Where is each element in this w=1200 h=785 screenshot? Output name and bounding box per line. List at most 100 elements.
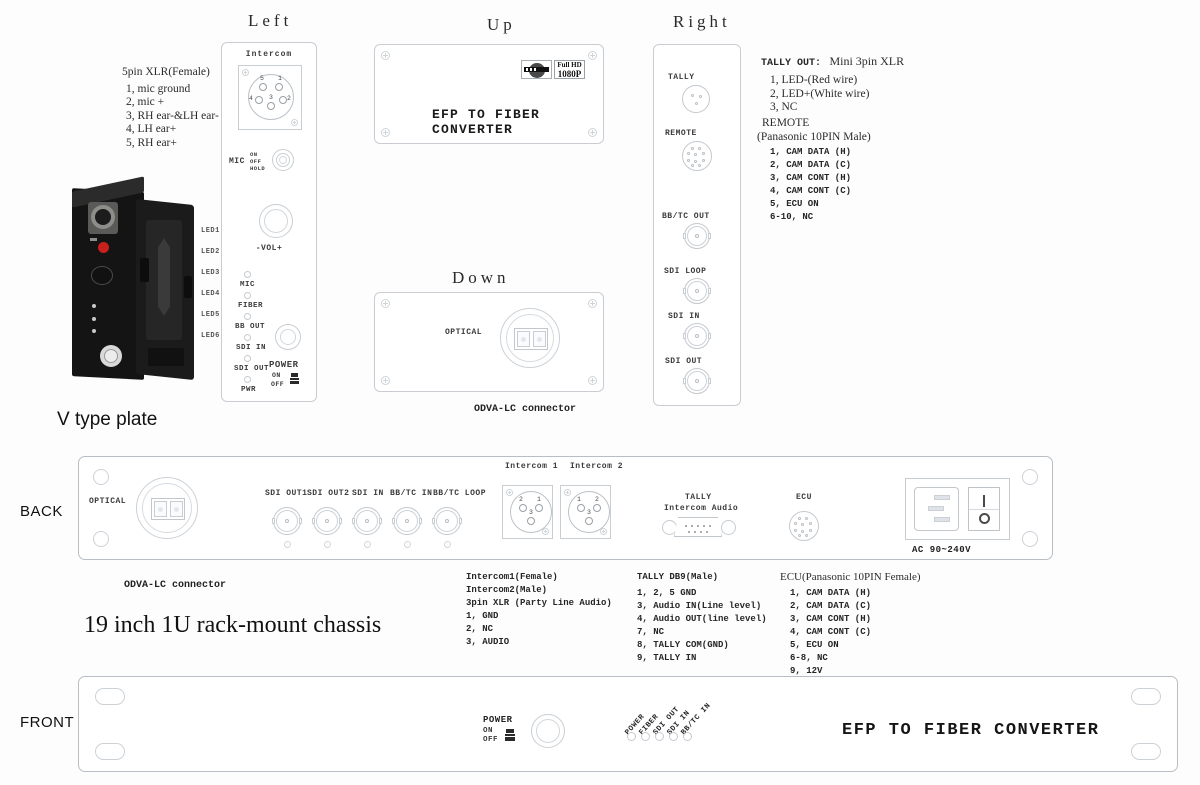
port-label: SDI IN <box>668 312 700 321</box>
xlr-pin-number: 1 <box>278 75 282 82</box>
remote-note-subtitle: (Panasonic 10PIN Male) <box>757 130 871 143</box>
tally-db9-line: 9, TALLY IN <box>637 653 697 663</box>
bnc-connector[interactable] <box>352 507 382 535</box>
screw-icon <box>381 128 390 137</box>
remote-connector[interactable] <box>682 141 712 171</box>
screw-icon <box>291 119 298 126</box>
xlr5-connector[interactable]: 5 1 4 3 2 <box>238 65 302 130</box>
screw-icon <box>364 541 371 548</box>
port-label: SDI OUT <box>665 357 703 366</box>
intercom1-connector[interactable]: 2 1 3 <box>502 485 553 539</box>
odva-caption-back: ODVA-LC connector <box>124 580 227 591</box>
tally-note-subtitle: Mini 3pin XLR <box>829 54 905 68</box>
odva-lc-connector-back[interactable] <box>136 477 198 539</box>
front-power-button[interactable] <box>531 714 565 748</box>
screw-icon <box>444 541 451 548</box>
tally-out-note: TALLY OUT: Mini 3pin XLR 1, LED-(Red wir… <box>761 52 904 115</box>
xlr-pin-number: 4 <box>249 95 253 102</box>
xlr-pin-number: 3 <box>587 509 591 516</box>
led-name: BB OUT <box>235 323 266 331</box>
ecu-note-line: 3, CAM CONT (H) <box>790 613 872 624</box>
front-led-indicator <box>669 732 678 741</box>
up-panel: Full HD 1080P EFP TO FIBER CONVERTER <box>374 44 604 144</box>
heading-up: Up <box>487 15 516 34</box>
tally-note-line: 2, LED+(White wire) <box>770 87 870 100</box>
remote-note-line: 2, CAM DATA (C) <box>770 160 852 170</box>
bnc-connector[interactable] <box>683 368 711 394</box>
iec-power-inlet[interactable] <box>914 487 959 531</box>
intercom2-connector[interactable]: 1 2 3 <box>560 485 611 539</box>
tally-db9-note: TALLY DB9(Male) 1, 2, 5 GND 3, Audio IN(… <box>637 571 767 665</box>
v-type-plate-caption: V type plate <box>57 409 158 430</box>
tally-label-back: TALLY <box>685 493 712 502</box>
xlr-pin-number: 2 <box>287 95 291 102</box>
bnc-label: BB/TC LOOP <box>433 489 487 498</box>
power-off-label: OFF <box>271 381 285 388</box>
front-led-indicator <box>683 732 692 741</box>
led-id: LED6 <box>201 332 220 340</box>
mic-switch-positions: ON OFF HOLD <box>250 151 272 173</box>
tally-note-line: 1, LED-(Red wire) <box>770 74 858 86</box>
led-indicator <box>244 271 251 278</box>
screw-icon <box>506 489 513 496</box>
bnc-connector[interactable] <box>392 507 422 535</box>
intercom1-title: Intercom 1 <box>505 462 559 471</box>
mic-switch[interactable] <box>272 149 294 171</box>
mic-switch-off: OFF <box>250 158 262 165</box>
led-id: LED2 <box>201 248 220 256</box>
ac-inlet-module <box>905 478 1010 540</box>
xlr5-note-line: 5, RH ear+ <box>126 136 177 149</box>
db9-connector[interactable] <box>662 517 736 539</box>
screw-icon <box>324 541 331 548</box>
xlr-pin-number: 2 <box>519 496 523 503</box>
tally-connector[interactable] <box>682 85 710 113</box>
xlr5-note-line: 2, mic + <box>126 96 165 108</box>
screw-icon <box>588 128 597 137</box>
port-label: SDI LOOP <box>664 267 707 276</box>
led-name: SDI OUT <box>234 365 270 373</box>
front-power-off: OFF <box>483 736 499 744</box>
ecu-note-line: 4, CAM CONT (C) <box>790 626 872 637</box>
xlr5-note: 5pin XLR(Female) 1, mic ground 2, mic + … <box>122 66 219 150</box>
screw-icon <box>284 541 291 548</box>
power-button[interactable] <box>275 324 301 350</box>
intercom-note-line: 3pin XLR (Party Line Audio) <box>466 598 612 608</box>
bnc-connector[interactable] <box>312 507 342 535</box>
full-hd-badge: Full HD 1080P <box>554 60 585 79</box>
front-panel-title: EFP TO FIBER CONVERTER <box>842 721 1100 740</box>
heading-right: Right <box>673 12 731 31</box>
brand-logo-icon <box>521 60 552 79</box>
power-toggle-icon <box>290 373 299 384</box>
front-led-indicator <box>641 732 650 741</box>
v-type-plate-photo <box>70 176 195 385</box>
screw-icon <box>1022 469 1038 485</box>
left-panel: Intercom 5 1 4 3 2 MIC ON OFF HOLD -VOL+… <box>221 42 317 402</box>
port-label: REMOTE <box>665 129 697 138</box>
led-id: LED1 <box>201 227 220 235</box>
intercom2-title: Intercom 2 <box>570 462 624 471</box>
xlr5-note-title: 5pin XLR(Female) <box>122 66 210 78</box>
bnc-connector[interactable] <box>683 223 711 249</box>
bnc-connector[interactable] <box>683 323 711 349</box>
tally-db9-line: 7, NC <box>637 627 665 637</box>
xlr-pin-number: 3 <box>269 94 273 101</box>
xlr5-note-line: 4, LH ear+ <box>126 123 177 135</box>
screw-icon <box>93 469 109 485</box>
bnc-connector[interactable] <box>432 507 462 535</box>
right-panel: TALLY REMOTE BB/TC OUT SDI LOOP SDI IN S… <box>653 44 741 406</box>
power-rocker-switch[interactable] <box>968 487 1000 531</box>
rack-chassis-caption: 19 inch 1U rack-mount chassis <box>84 612 382 638</box>
led-indicator <box>244 355 251 362</box>
odva-lc-connector[interactable] <box>500 308 560 368</box>
ecu-note-line: 1, CAM DATA (H) <box>790 587 872 598</box>
bnc-connector[interactable] <box>272 507 302 535</box>
volume-knob[interactable] <box>259 204 293 238</box>
ecu-note-line: 5, ECU ON <box>790 639 839 650</box>
xlr-pin-number: 3 <box>529 509 533 516</box>
bnc-label: SDI OUT1 <box>265 489 308 498</box>
ac-voltage-label: AC 90~240V <box>912 545 972 555</box>
bnc-connector[interactable] <box>683 278 711 304</box>
ecu-connector[interactable] <box>789 511 819 541</box>
tally-note-line: 3, NC <box>770 101 798 113</box>
intercom-note-line: 1, GND <box>466 611 499 621</box>
